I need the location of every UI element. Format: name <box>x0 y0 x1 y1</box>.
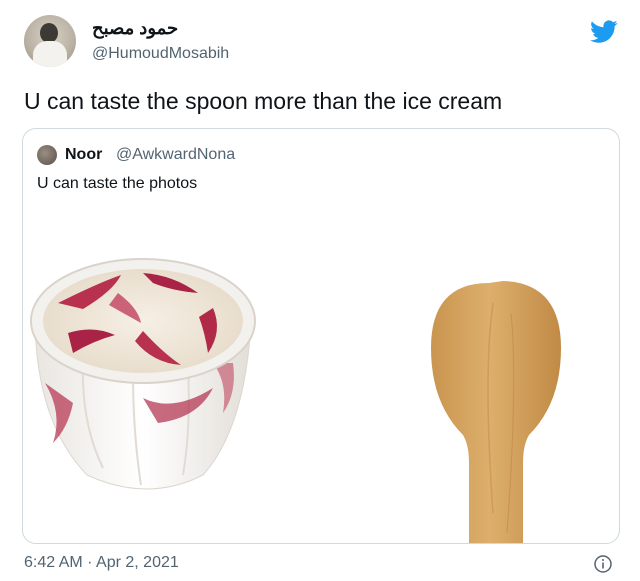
author-handle[interactable]: @HumoudMosabih <box>92 45 229 63</box>
wooden-spoon <box>431 281 561 543</box>
quoted-tweet-text: U can taste the photos <box>37 175 198 192</box>
tweet-card: حمود مصبح @HumoudMosabih U can taste the… <box>0 0 640 581</box>
quoted-tweet[interactable]: Noor @AwkwardNona U can taste the photos <box>22 128 620 544</box>
quoted-tweet-photo[interactable] <box>23 213 619 543</box>
tweet-timestamp[interactable]: 6:42 AM · Apr 2, 2021 <box>24 554 179 572</box>
ice-cream-cup <box>30 258 256 490</box>
twitter-bird-icon[interactable] <box>590 20 618 44</box>
quoted-author-avatar[interactable] <box>37 145 57 165</box>
info-icon[interactable] <box>594 555 612 573</box>
avatar-head <box>40 23 58 43</box>
tweet-text: U can taste the spoon more than the ice … <box>24 88 503 114</box>
avatar-body <box>33 41 67 67</box>
author-display-name[interactable]: حمود مصبح <box>92 18 178 39</box>
quoted-author-handle[interactable]: @AwkwardNona <box>116 146 235 164</box>
quoted-author-name[interactable]: Noor <box>65 146 102 164</box>
author-avatar[interactable] <box>24 15 76 67</box>
